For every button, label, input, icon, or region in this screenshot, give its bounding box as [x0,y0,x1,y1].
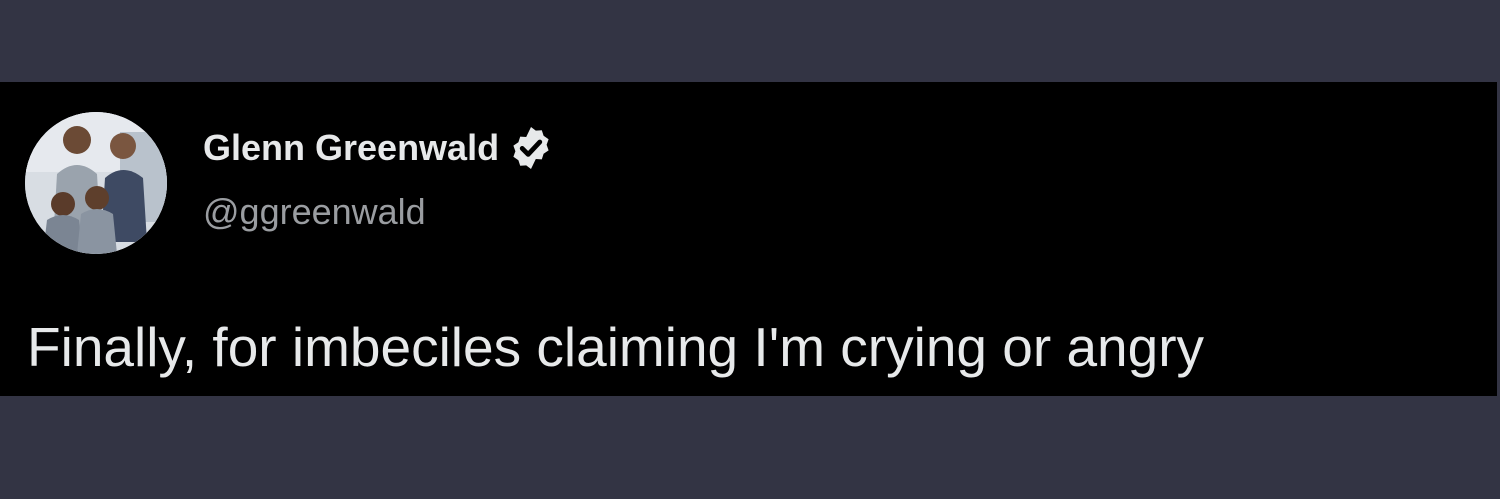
avatar-photo [25,112,167,254]
author-name-row: Glenn Greenwald [203,126,555,170]
author-handle[interactable]: @ggreenwald [203,190,426,234]
author-display-name[interactable]: Glenn Greenwald [203,126,499,170]
tweet-text: Finally, for imbeciles claiming I'm cryi… [27,316,1205,378]
tweet-card: Glenn Greenwald @ggreenwald Finally, for… [0,82,1497,396]
avatar[interactable] [25,112,167,254]
verified-badge-icon [513,127,549,169]
